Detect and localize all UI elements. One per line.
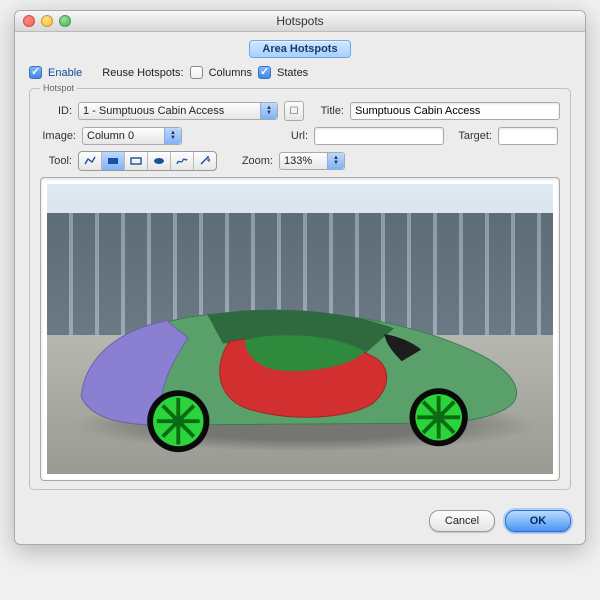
zoom-label: Zoom: <box>235 155 273 167</box>
enable-label: Enable <box>48 67 82 79</box>
id-label: ID: <box>40 105 72 117</box>
columns-checkbox[interactable] <box>190 66 203 79</box>
traffic-lights <box>23 15 71 27</box>
tool-rect-fill[interactable] <box>102 152 125 170</box>
fieldset-legend: Hotspot <box>40 83 77 93</box>
zoom-icon[interactable] <box>59 15 71 27</box>
id-action-button[interactable]: ☐ <box>284 101 304 121</box>
id-value: 1 - Sumptuous Cabin Access <box>83 105 224 117</box>
states-label: States <box>277 67 308 79</box>
car-illustration <box>52 280 538 454</box>
enable-checkbox[interactable] <box>29 66 42 79</box>
id-select[interactable]: 1 - Sumptuous Cabin Access ▲▼ <box>78 102 278 120</box>
tab-area-hotspots[interactable]: Area Hotspots <box>249 40 350 58</box>
chevron-updown-icon: ▲▼ <box>260 103 277 119</box>
minimize-icon[interactable] <box>41 15 53 27</box>
window-title: Hotspots <box>15 14 585 28</box>
hotspot-canvas[interactable] <box>47 184 553 474</box>
hotspot-fieldset: Hotspot ID: 1 - Sumptuous Cabin Access ▲… <box>29 83 571 490</box>
image-label: Image: <box>40 130 76 142</box>
tool-rect-outline[interactable] <box>125 152 148 170</box>
tool-polyline[interactable] <box>79 152 102 170</box>
hotspots-window: Hotspots Area Hotspots Enable Reuse Hots… <box>14 10 586 545</box>
chevron-updown-icon: ▲▼ <box>164 128 181 144</box>
tool-segmented <box>78 151 217 171</box>
canvas-frame <box>40 177 560 481</box>
zoom-select[interactable]: 133% ▲▼ <box>279 152 345 170</box>
tool-label: Tool: <box>40 155 72 167</box>
url-label: Url: <box>284 130 308 142</box>
reuse-label: Reuse Hotspots: <box>102 67 183 79</box>
tool-ellipse[interactable] <box>148 152 171 170</box>
title-field[interactable] <box>350 102 560 120</box>
ok-button[interactable]: OK <box>505 510 571 532</box>
zoom-value: 133% <box>284 155 312 167</box>
chevron-updown-icon: ▲▼ <box>327 153 344 169</box>
image-select[interactable]: Column 0 ▲▼ <box>82 127 182 145</box>
close-icon[interactable] <box>23 15 35 27</box>
target-field[interactable] <box>498 127 558 145</box>
image-value: Column 0 <box>87 130 134 142</box>
tool-freehand[interactable] <box>171 152 194 170</box>
title-label: Title: <box>310 105 344 117</box>
states-checkbox[interactable] <box>258 66 271 79</box>
target-label: Target: <box>450 130 492 142</box>
cancel-button[interactable]: Cancel <box>429 510 495 532</box>
titlebar[interactable]: Hotspots <box>15 11 585 32</box>
columns-label: Columns <box>209 67 252 79</box>
url-field[interactable] <box>314 127 444 145</box>
tool-wand[interactable] <box>194 152 216 170</box>
